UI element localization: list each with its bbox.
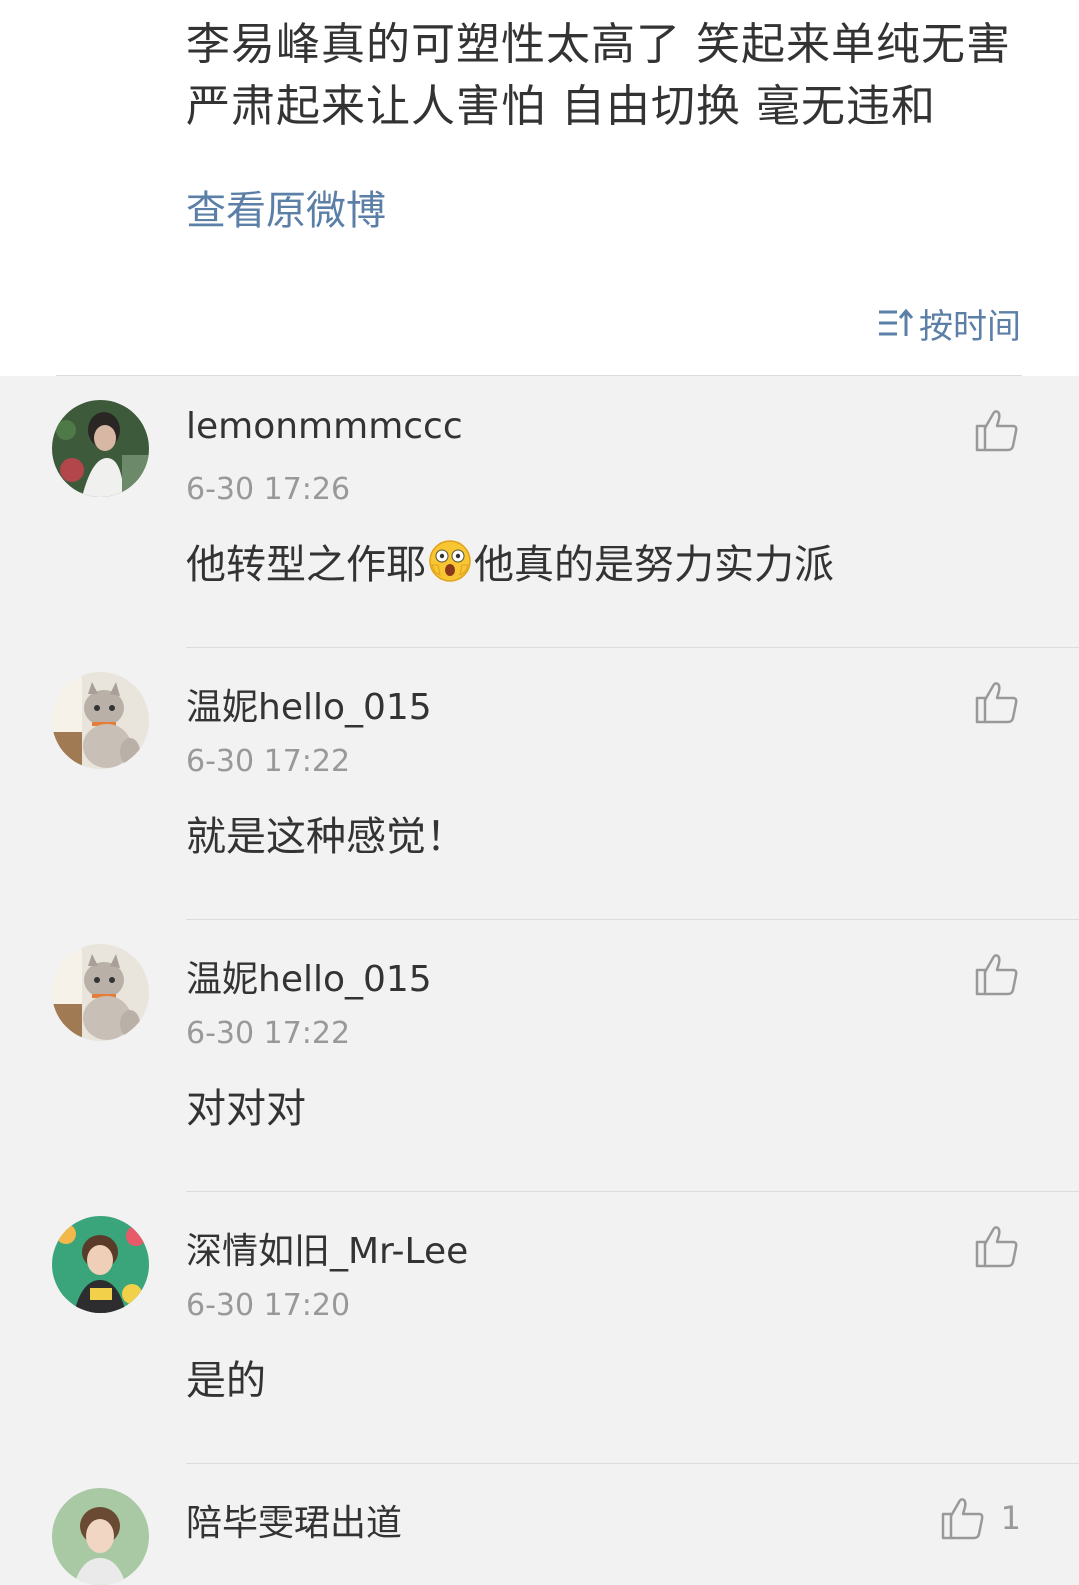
avatar[interactable] — [52, 672, 149, 769]
sort-by-time-button[interactable]: 按时间 — [877, 300, 1021, 347]
thumbs-up-icon — [975, 1226, 1018, 1268]
avatar[interactable] — [52, 1216, 149, 1313]
avatar[interactable] — [52, 1488, 149, 1585]
comment-item: 陪毕雯珺出道 1 — [0, 1464, 1079, 1585]
comment-text: 对对对 — [186, 1086, 306, 1132]
thumbs-up-icon — [975, 954, 1018, 996]
comment-text: 是的 — [186, 1358, 266, 1404]
comment-timestamp: 6-30 17:26 — [186, 472, 351, 507]
comment-username[interactable]: 陪毕雯珺出道 — [186, 1494, 402, 1546]
comment-text: 他转型之作耶 他真的是努力实力派 — [186, 532, 834, 590]
thumbs-up-icon — [975, 682, 1018, 724]
avatar[interactable] — [52, 944, 149, 1041]
post-area: 李易峰真的可塑性太高了 笑起来单纯无害 严肃起来让人害怕 自由切换 毫无违和 查… — [0, 0, 1079, 376]
like-button[interactable]: 1 — [939, 1494, 1021, 1542]
comment-text-part: 他真的是努力实力派 — [474, 542, 834, 588]
comment-text-part: 他转型之作耶 — [186, 542, 426, 588]
comment-item: lemonmmmccc 6-30 17:26 他转型之作耶 他真的是努力实力派 — [0, 376, 1079, 648]
thumbs-up-icon — [975, 410, 1018, 452]
like-button[interactable] — [973, 406, 1021, 454]
comment-username[interactable]: 温妮hello_015 — [186, 678, 432, 730]
comment-item: 深情如旧_Mr-Lee 6-30 17:20 是的 — [0, 1192, 1079, 1464]
comment-timestamp: 6-30 17:22 — [186, 744, 351, 779]
comment-text: 就是这种感觉！ — [186, 814, 466, 860]
like-button[interactable] — [973, 678, 1021, 726]
thumbs-up-icon — [941, 1498, 984, 1540]
sort-label: 按时间 — [919, 306, 1021, 347]
comment-timestamp: 6-30 17:20 — [186, 1288, 351, 1323]
comment-username[interactable]: lemonmmmccc — [186, 406, 463, 447]
like-button[interactable] — [973, 1222, 1021, 1270]
surprised-face-emoji-icon — [429, 540, 471, 582]
comment-item: 温妮hello_015 6-30 17:22 就是这种感觉！ — [0, 648, 1079, 920]
comment-item: 温妮hello_015 6-30 17:22 对对对 — [0, 920, 1079, 1192]
comment-username[interactable]: 温妮hello_015 — [186, 950, 432, 1002]
post-text: 李易峰真的可塑性太高了 笑起来单纯无害 严肃起来让人害怕 自由切换 毫无违和 — [186, 19, 1011, 132]
sort-ascending-icon — [879, 308, 913, 336]
like-button[interactable] — [973, 950, 1021, 998]
like-count: 1 — [1000, 1499, 1021, 1537]
comment-timestamp: 6-30 17:22 — [186, 1016, 351, 1051]
comment-username[interactable]: 深情如旧_Mr-Lee — [186, 1222, 468, 1274]
avatar[interactable] — [52, 400, 149, 497]
view-original-link[interactable]: 查看原微博 — [186, 178, 386, 236]
